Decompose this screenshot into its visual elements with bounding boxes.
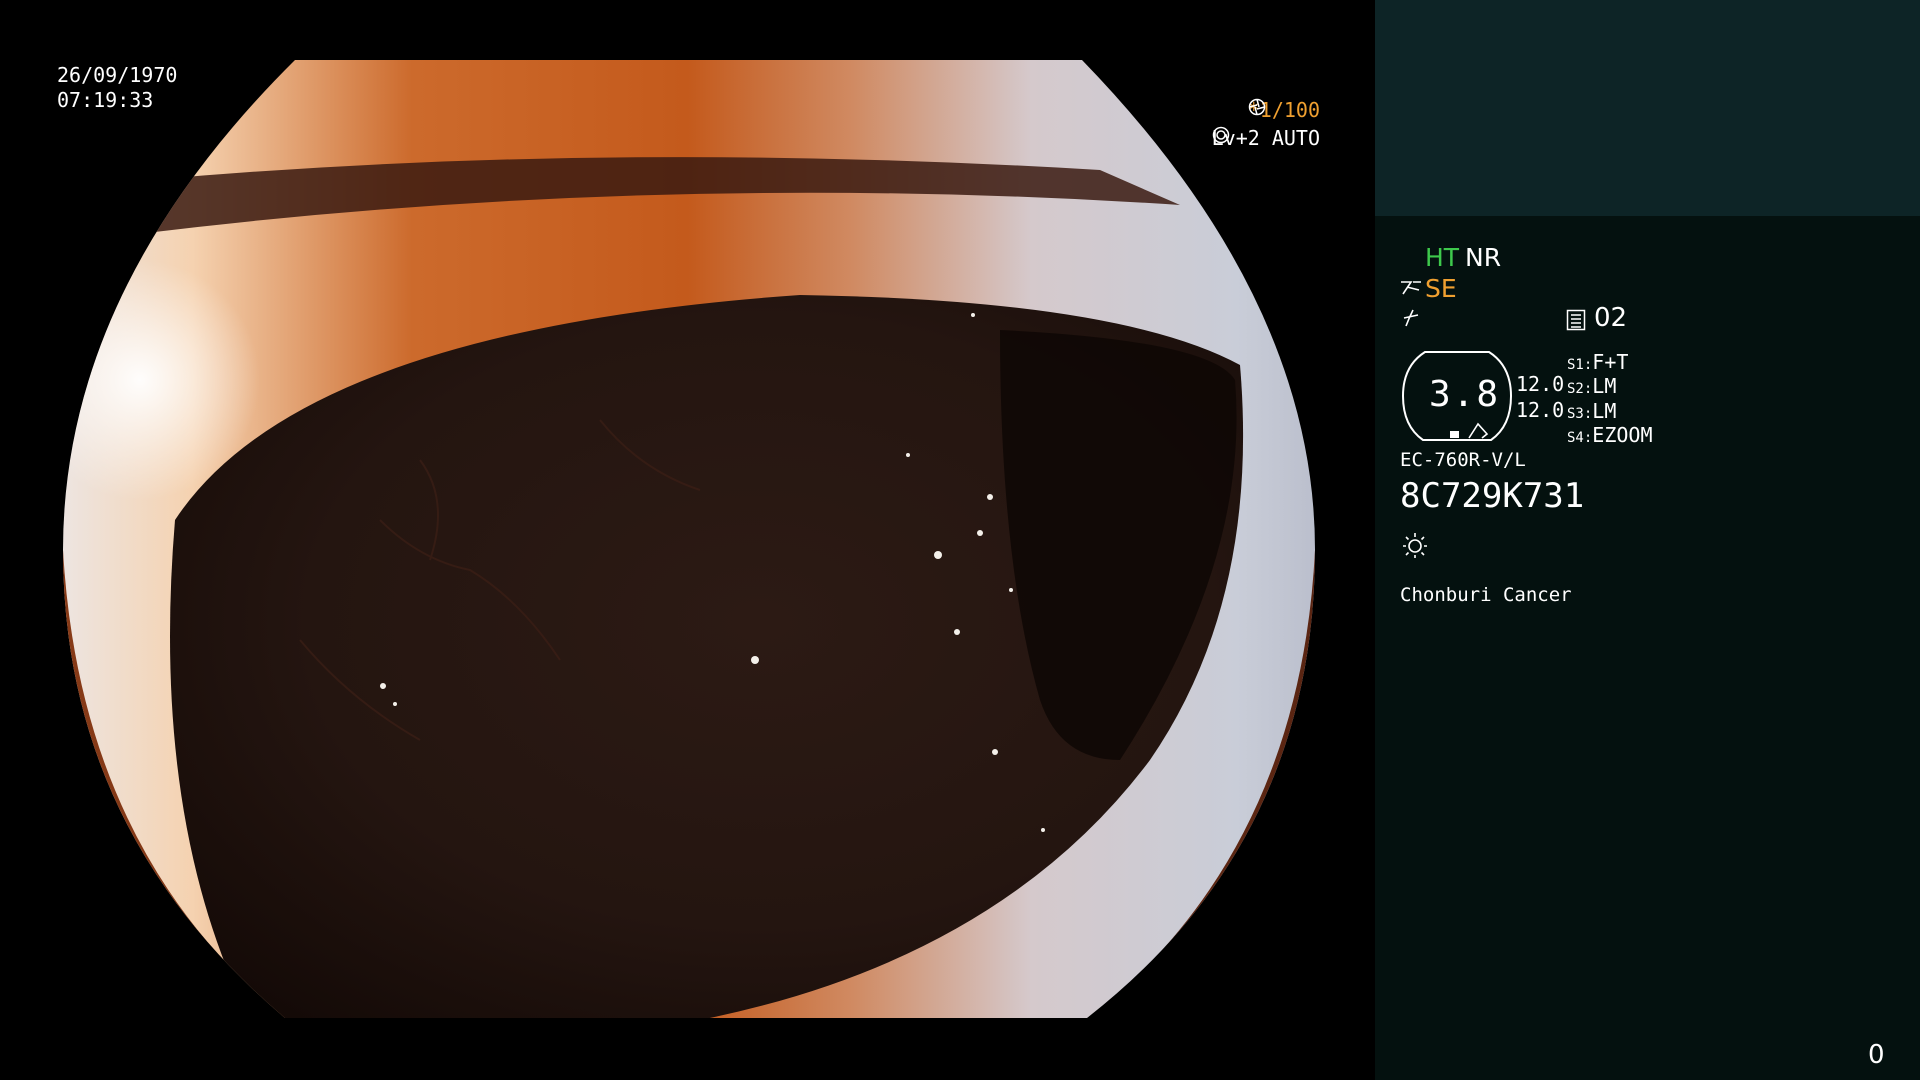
lens-value: 12.0 <box>1516 372 1565 396</box>
switch-value: F+T <box>1592 350 1629 374</box>
color-mode-icon <box>1401 306 1421 332</box>
time-text: 07:19:33 <box>57 88 154 112</box>
institution-name: Chonburi Cancer <box>1400 584 1572 606</box>
endoscopic-image <box>63 60 1315 1018</box>
structure-enhance-icon <box>1399 278 1423 302</box>
endoscopy-screen: 26/09/1970 07:19:33 *1/100 Lv+2 AUTO HT … <box>0 0 1920 1080</box>
switch-value: LM <box>1592 399 1617 423</box>
switch-row-s3: S3:LM <box>1567 399 1616 423</box>
switch-row-s4: S4:EZOOM <box>1567 423 1653 447</box>
info-panel: HT NR SE 02 3.8 12.0 12.0 S1:F+T S2:LM S… <box>1375 0 1920 1080</box>
lens-value: 12.0 <box>1516 398 1565 422</box>
se-indicator: SE <box>1425 274 1457 303</box>
memory-number: 02 <box>1594 303 1628 333</box>
datetime-overlay: 26/09/1970 07:19:33 <box>57 63 177 113</box>
level-line: Lv+2 AUTO <box>1212 126 1323 151</box>
zoom-value: 3.8 <box>1429 374 1501 415</box>
nr-indicator: NR <box>1465 243 1502 272</box>
ht-indicator: HT <box>1425 243 1460 272</box>
switch-key: S4: <box>1567 430 1593 446</box>
memory-card-icon <box>1566 309 1586 335</box>
image-counter: 0 <box>1868 1040 1885 1070</box>
switch-key: S3: <box>1567 406 1593 422</box>
scope-serial: 8C729K731 <box>1400 476 1585 516</box>
scope-model: EC-760R-V/L <box>1400 449 1526 471</box>
switch-key: S2: <box>1567 381 1593 397</box>
date-text: 26/09/1970 <box>57 63 178 87</box>
switch-key: S1: <box>1567 357 1593 373</box>
info-panel-header <box>1375 0 1920 216</box>
switch-row-s1: S1:F+T <box>1567 350 1628 374</box>
shutter-line: *1/100 <box>1248 98 1323 123</box>
endoscopic-image-view: 26/09/1970 07:19:33 *1/100 Lv+2 AUTO <box>0 0 1375 1080</box>
switch-value: EZOOM <box>1592 423 1653 447</box>
light-source-icon <box>1401 531 1429 563</box>
switch-value: LM <box>1592 374 1617 398</box>
switch-row-s2: S2:LM <box>1567 374 1616 398</box>
